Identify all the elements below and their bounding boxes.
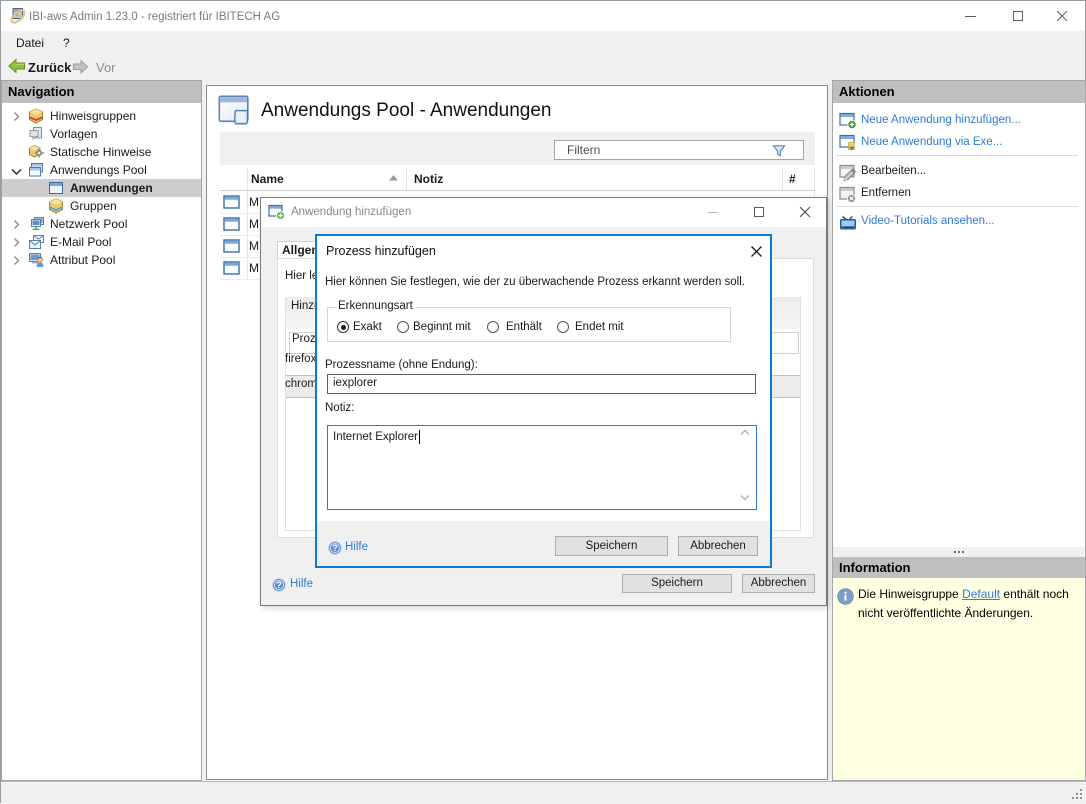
svg-text:?: ? [332,543,338,553]
svg-text:?: ? [276,580,282,590]
